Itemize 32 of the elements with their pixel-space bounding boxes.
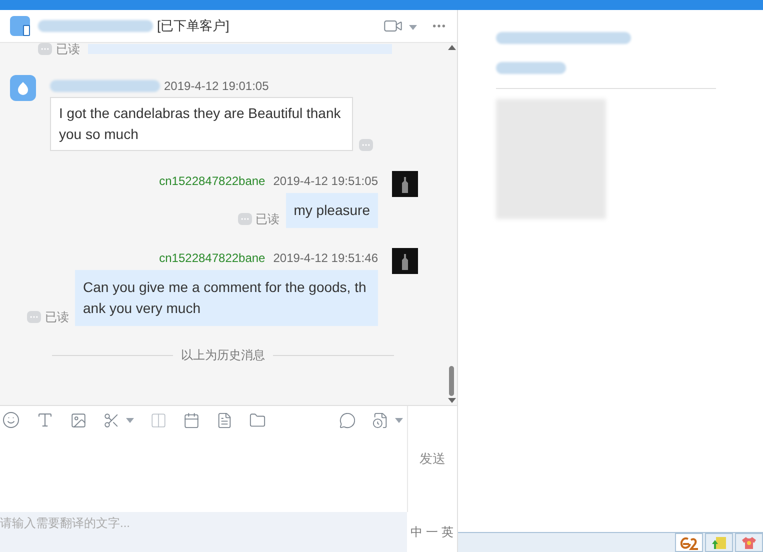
sender-name: cn1522847822bane bbox=[159, 173, 266, 190]
image-icon[interactable] bbox=[70, 412, 87, 428]
message-bubble: Can you give me a comment for the goods, thank you very much bbox=[75, 270, 378, 326]
phone-icon bbox=[10, 16, 30, 36]
read-status: 已读 bbox=[45, 309, 69, 326]
caret-icon bbox=[395, 418, 403, 422]
read-status: 已读 bbox=[256, 211, 280, 228]
font-icon[interactable] bbox=[36, 411, 54, 429]
calendar-icon[interactable] bbox=[183, 412, 200, 428]
shirt-icon[interactable] bbox=[735, 533, 763, 552]
screenshot-icon[interactable] bbox=[103, 412, 120, 428]
drop-icon bbox=[16, 81, 30, 95]
caret-icon bbox=[126, 418, 134, 422]
emoji-icon[interactable] bbox=[2, 411, 20, 429]
reply-icon[interactable] bbox=[339, 412, 356, 428]
contact-tag: [已下单客户] bbox=[157, 16, 230, 36]
message-bubble: my pleasure bbox=[286, 193, 378, 228]
history-divider-label: 以上为历史消息 bbox=[181, 347, 265, 364]
avatar-icon bbox=[392, 248, 418, 274]
upload-icon[interactable] bbox=[705, 533, 733, 552]
avatar-icon bbox=[392, 171, 418, 197]
message-time: 2019-4-12 19:51:46 bbox=[273, 250, 378, 267]
message-time: 2019-4-12 19:01:05 bbox=[164, 78, 269, 95]
message-bubble: I got the candelabras they are Beautiful thank you so much bbox=[50, 97, 353, 151]
sender-name: cn1522847822bane bbox=[159, 250, 266, 267]
translate-field[interactable]: 请输入需要翻译的文字... bbox=[0, 512, 407, 552]
redaction-mark bbox=[496, 62, 566, 74]
history-icon[interactable] bbox=[372, 412, 389, 428]
caret-icon bbox=[409, 25, 417, 30]
message-time: 2019-4-12 19:51:05 bbox=[273, 173, 378, 190]
read-status: 已读 bbox=[56, 43, 80, 55]
folder-icon[interactable] bbox=[249, 412, 266, 428]
